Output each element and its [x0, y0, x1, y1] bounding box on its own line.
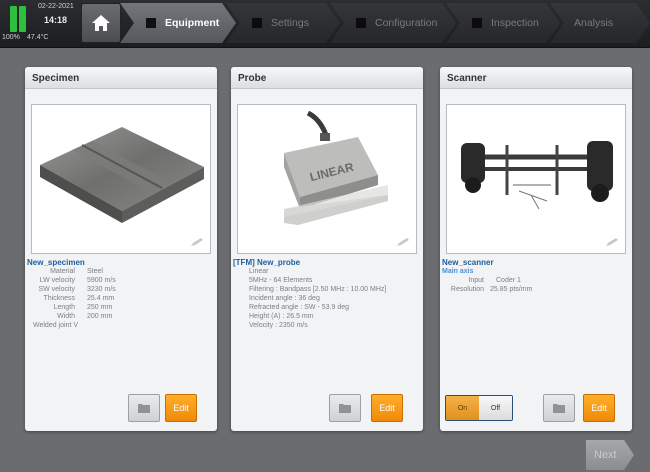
probe-name[interactable]: [TFM] New_probe: [231, 258, 423, 267]
tab-label: Configuration: [375, 17, 438, 29]
home-button[interactable]: [81, 3, 121, 43]
probe-image: LINEAR: [237, 104, 417, 254]
edit-button[interactable]: Edit: [371, 394, 403, 422]
prop-key: Thickness: [43, 295, 75, 302]
step-indicator: [356, 18, 366, 28]
prop-value: 200 mm: [87, 313, 113, 320]
prop-row: Thickness 25.4 mm: [25, 294, 217, 303]
prop-value: Steel: [87, 268, 103, 275]
scanner-info: New_scanner Main axis Input Coder 1 Resol…: [440, 258, 632, 294]
prop-value: 3230 m/s: [87, 286, 116, 293]
probe-line: Incident angle : 36 deg: [249, 295, 320, 302]
prop-row: Material Steel: [25, 267, 217, 276]
scanner-name[interactable]: New_scanner: [440, 258, 632, 267]
prop-row: Width 200 mm: [25, 312, 217, 321]
prop-row: Length 250 mm: [25, 303, 217, 312]
probe-card: Probe LINEAR [TFM] New_probe Linear 5MHz…: [231, 67, 423, 431]
step-indicator: [472, 18, 482, 28]
specimen-info: New_specimen Material Steel LW velocity 59…: [25, 258, 217, 330]
workflow-tabs: Equipment Settings Configuration Inspect…: [120, 3, 650, 43]
pencil-icon[interactable]: [605, 237, 619, 247]
home-icon: [92, 15, 110, 31]
prop-row: LW velocity 5900 m/s: [25, 276, 217, 285]
next-button[interactable]: Next: [586, 440, 634, 470]
tab-analysis[interactable]: Analysis: [550, 3, 650, 43]
pencil-icon[interactable]: [396, 237, 410, 247]
open-folder-button[interactable]: [329, 394, 361, 422]
status-time: 14:18: [44, 15, 68, 25]
specimen-plate-image: [40, 127, 204, 223]
prop-key: Resolution: [450, 286, 484, 293]
tab-settings[interactable]: Settings: [226, 3, 340, 43]
specimen-extra: Welded joint V: [33, 322, 79, 329]
scanner-image: [446, 104, 626, 254]
specimen-card: Specimen New_specimen Material Steel LW v…: [25, 67, 217, 431]
prop-value: 25.4 mm: [87, 295, 115, 302]
probe-line: Height (A) : 26.5 mm: [249, 313, 314, 320]
probe-line: Linear: [249, 268, 269, 275]
card-title: Scanner: [440, 67, 632, 89]
status-panel: 02-22-2021 14:18 100% 47.4°C: [0, 0, 78, 46]
tab-label: Inspection: [491, 17, 539, 29]
probe-line: Velocity : 2350 m/s: [249, 322, 308, 329]
pencil-icon[interactable]: [190, 237, 204, 247]
tab-label: Analysis: [574, 17, 614, 29]
prop-value: 25.85 pts/mm: [490, 286, 533, 293]
card-title: Probe: [231, 67, 423, 89]
prop-key: LW velocity: [39, 277, 75, 284]
card-title: Specimen: [25, 67, 217, 89]
prop-row: Input Coder 1: [440, 276, 632, 285]
tab-equipment[interactable]: Equipment: [120, 3, 236, 43]
probe-info: [TFM] New_probe Linear 5MHz - 64 Element…: [231, 258, 423, 330]
open-folder-button[interactable]: [543, 394, 575, 422]
scanner-card: Scanner New_scanner Main axis Input Coder…: [440, 67, 632, 431]
prop-key: Width: [57, 313, 75, 320]
specimen-image: [31, 104, 211, 254]
edit-button[interactable]: Edit: [165, 394, 197, 422]
probe-line: Filtering : Bandpass [2.50 MHz : 10.00 M…: [249, 286, 387, 293]
scanner-toggle[interactable]: On Off: [445, 395, 513, 421]
tab-configuration[interactable]: Configuration: [330, 3, 456, 43]
probe-line: Refracted angle : SW - 53.9 deg: [249, 304, 349, 311]
status-date: 02-22-2021: [38, 3, 74, 10]
scanner-axis: Main axis: [442, 268, 474, 275]
battery-icon: [10, 6, 17, 32]
battery-level: 100%: [2, 34, 20, 41]
specimen-name[interactable]: New_specimen: [25, 258, 217, 267]
probe-line: 5MHz - 64 Elements: [249, 277, 313, 284]
prop-row: Resolution 25.85 pts/mm: [440, 285, 632, 294]
temperature: 47.4°C: [27, 34, 49, 41]
folder-icon: [339, 404, 351, 413]
prop-value: 250 mm: [87, 304, 113, 311]
top-bar: 02-22-2021 14:18 100% 47.4°C Equipment S…: [0, 0, 650, 48]
folder-icon: [138, 404, 150, 413]
prop-row: SW velocity 3230 m/s: [25, 285, 217, 294]
battery-icon-2: [19, 6, 26, 32]
scanner-frame-image: [461, 141, 613, 210]
prop-key: Length: [53, 304, 75, 311]
tab-label: Equipment: [165, 17, 220, 29]
step-indicator: [252, 18, 262, 28]
tab-label: Settings: [271, 17, 309, 29]
prop-key: SW velocity: [38, 286, 75, 293]
open-folder-button[interactable]: [128, 394, 160, 422]
prop-value: Coder 1: [496, 277, 521, 284]
edit-button[interactable]: Edit: [583, 394, 615, 422]
prop-value: 5900 m/s: [87, 277, 116, 284]
prop-key: Input: [468, 277, 484, 284]
tab-inspection[interactable]: Inspection: [446, 3, 560, 43]
toggle-off[interactable]: Off: [479, 396, 512, 420]
prop-key: Material: [50, 268, 75, 275]
probe-wedge-image: LINEAR: [284, 110, 388, 225]
step-indicator: [146, 18, 156, 28]
toggle-on[interactable]: On: [446, 396, 479, 420]
folder-icon: [553, 404, 565, 413]
